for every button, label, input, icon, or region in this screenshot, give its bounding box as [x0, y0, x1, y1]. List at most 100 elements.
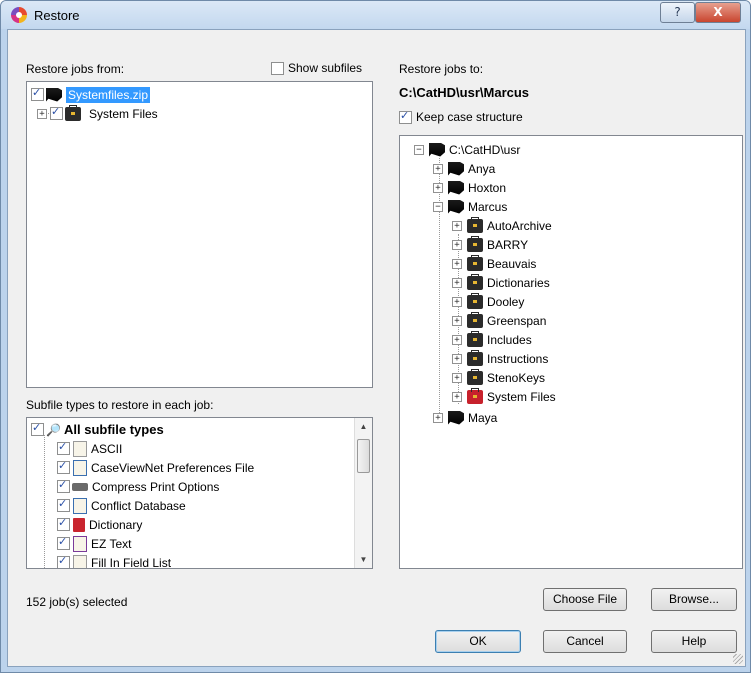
- choose-file-button[interactable]: Choose File: [543, 588, 627, 611]
- subfile-type-label: ASCII: [91, 441, 123, 456]
- tree-item-case[interactable]: + Dictionaries: [452, 273, 550, 292]
- subfile-type-item[interactable]: CaseViewNet Preferences File: [57, 458, 254, 477]
- scroll-up-arrow-icon[interactable]: ▲: [355, 418, 372, 435]
- keep-case-text: Keep case structure: [416, 110, 523, 124]
- flag-icon: [448, 180, 464, 195]
- tree-item-case[interactable]: + Dooley: [452, 292, 524, 311]
- expand-icon[interactable]: +: [433, 412, 443, 423]
- expand-icon[interactable]: +: [37, 108, 47, 119]
- expand-icon[interactable]: +: [452, 334, 462, 345]
- collapse-icon[interactable]: −: [433, 201, 443, 212]
- subfile-type-item[interactable]: EZ Text: [57, 534, 131, 553]
- expand-icon[interactable]: +: [452, 353, 462, 364]
- tree-item-label: Anya: [468, 161, 496, 176]
- subfile-types-scrollbar[interactable]: ▲ ▼: [354, 418, 372, 568]
- tree-item-label: BARRY: [487, 237, 529, 252]
- tree-item-label: Includes: [487, 332, 532, 347]
- subfile-type-item[interactable]: Conflict Database: [57, 496, 186, 515]
- tree-item-case[interactable]: + Greenspan: [452, 311, 546, 330]
- tree-item-case[interactable]: + BARRY: [452, 235, 528, 254]
- subfile-type-label: Dictionary: [89, 517, 143, 532]
- cancel-button[interactable]: Cancel: [543, 630, 627, 653]
- expand-icon[interactable]: +: [452, 258, 462, 269]
- tree-connector: [44, 435, 45, 568]
- source-jobs-tree[interactable]: Systemfiles.zip + System Files: [26, 81, 373, 388]
- tree-item-root[interactable]: − C:\CatHD\usr: [414, 140, 520, 159]
- scroll-down-arrow-icon[interactable]: ▼: [355, 551, 372, 568]
- help-title-button[interactable]: ?: [660, 2, 695, 23]
- subfile-type-checkbox[interactable]: [57, 459, 70, 474]
- subfile-type-item[interactable]: Dictionary: [57, 515, 142, 534]
- text-document-icon: [73, 440, 87, 457]
- source-item-checkbox[interactable]: [50, 105, 63, 120]
- tree-item-label: Dictionaries: [487, 275, 550, 290]
- subfile-type-checkbox[interactable]: [57, 516, 70, 531]
- subfile-type-label: All subfile types: [64, 422, 164, 437]
- tree-item-case[interactable]: + AutoArchive: [452, 216, 552, 235]
- show-subfiles-box[interactable]: [271, 62, 284, 76]
- subfile-type-label: Fill In Field List: [91, 555, 172, 569]
- tree-item-user-expanded[interactable]: − Marcus: [433, 197, 507, 216]
- subfile-type-all[interactable]: 🔎 All subfile types: [31, 420, 164, 439]
- keep-case-structure-checkbox[interactable]: Keep case structure: [399, 109, 523, 125]
- subfile-type-checkbox[interactable]: [31, 421, 44, 436]
- tree-item-system-files[interactable]: + System Files: [37, 104, 158, 123]
- subfile-type-checkbox[interactable]: [57, 554, 70, 568]
- source-item-checkbox[interactable]: [31, 86, 44, 101]
- tree-item-case[interactable]: + Beauvais: [452, 254, 536, 273]
- tree-item-label: System Files: [487, 389, 556, 404]
- expand-icon[interactable]: +: [452, 391, 462, 402]
- restore-path: C:\CatHD\usr\Marcus: [399, 85, 530, 100]
- tree-item-user[interactable]: + Hoxton: [433, 178, 506, 197]
- tree-item-label: Instructions: [487, 351, 549, 366]
- subfile-type-item[interactable]: Compress Print Options: [57, 477, 219, 496]
- tree-item-user[interactable]: + Maya: [433, 408, 497, 427]
- show-subfiles-checkbox[interactable]: Show subfiles: [271, 61, 362, 76]
- keep-case-box[interactable]: [399, 109, 412, 125]
- help-button[interactable]: Help: [651, 630, 737, 653]
- ok-button[interactable]: OK: [435, 630, 521, 653]
- browse-button[interactable]: Browse...: [651, 588, 737, 611]
- subfile-type-checkbox[interactable]: [57, 440, 70, 455]
- expand-icon[interactable]: +: [452, 372, 462, 383]
- dialog-body: Restore jobs from: Show subfiles Systemf…: [7, 29, 746, 667]
- database-icon: [73, 497, 87, 514]
- dictionary-book-icon: [73, 517, 85, 532]
- briefcase-icon: [467, 311, 483, 328]
- tree-item-label: C:\CatHD\usr: [449, 142, 521, 157]
- close-button[interactable]: X: [695, 2, 741, 23]
- tree-item-case[interactable]: + Instructions: [452, 349, 548, 368]
- expand-icon[interactable]: +: [452, 315, 462, 326]
- subfile-type-item[interactable]: Fill In Field List: [57, 553, 172, 569]
- expand-icon[interactable]: +: [433, 182, 443, 193]
- expand-icon[interactable]: +: [452, 220, 462, 231]
- collapse-icon[interactable]: −: [414, 144, 424, 155]
- tree-item-label: Maya: [468, 410, 498, 425]
- tree-item-case[interactable]: + System Files: [452, 387, 556, 406]
- tree-item-case[interactable]: + Includes: [452, 330, 532, 349]
- expand-icon[interactable]: +: [452, 239, 462, 250]
- tree-item-case[interactable]: + StenoKeys: [452, 368, 545, 387]
- system-briefcase-icon: [467, 387, 483, 404]
- subfile-types-tree[interactable]: 🔎 All subfile types ASCII CaseViewNet Pr…: [26, 417, 373, 569]
- subfile-type-checkbox[interactable]: [57, 535, 70, 550]
- jobs-selected-status: 152 job(s) selected: [26, 595, 128, 609]
- subfile-type-checkbox[interactable]: [57, 478, 70, 493]
- subfile-type-checkbox[interactable]: [57, 497, 70, 512]
- app-logo-icon: [11, 7, 27, 23]
- scroll-thumb[interactable]: [357, 439, 370, 473]
- printer-icon: [72, 482, 88, 491]
- resize-grip-icon[interactable]: [733, 654, 743, 664]
- tree-item-user[interactable]: + Anya: [433, 159, 495, 178]
- subfile-types-label: Subfile types to restore in each job:: [26, 398, 214, 412]
- subfile-type-item[interactable]: ASCII: [57, 439, 122, 458]
- expand-icon[interactable]: +: [452, 277, 462, 288]
- expand-icon[interactable]: +: [452, 296, 462, 307]
- title-bar: Restore ? X: [1, 1, 750, 29]
- expand-icon[interactable]: +: [433, 163, 443, 174]
- briefcase-icon: [467, 292, 483, 309]
- briefcase-icon: [467, 368, 483, 385]
- tree-item-systemfiles-zip[interactable]: Systemfiles.zip: [31, 85, 151, 104]
- tree-item-label: StenoKeys: [487, 370, 546, 385]
- destination-tree[interactable]: − C:\CatHD\usr + Anya + Hoxton − Marcus …: [399, 135, 743, 569]
